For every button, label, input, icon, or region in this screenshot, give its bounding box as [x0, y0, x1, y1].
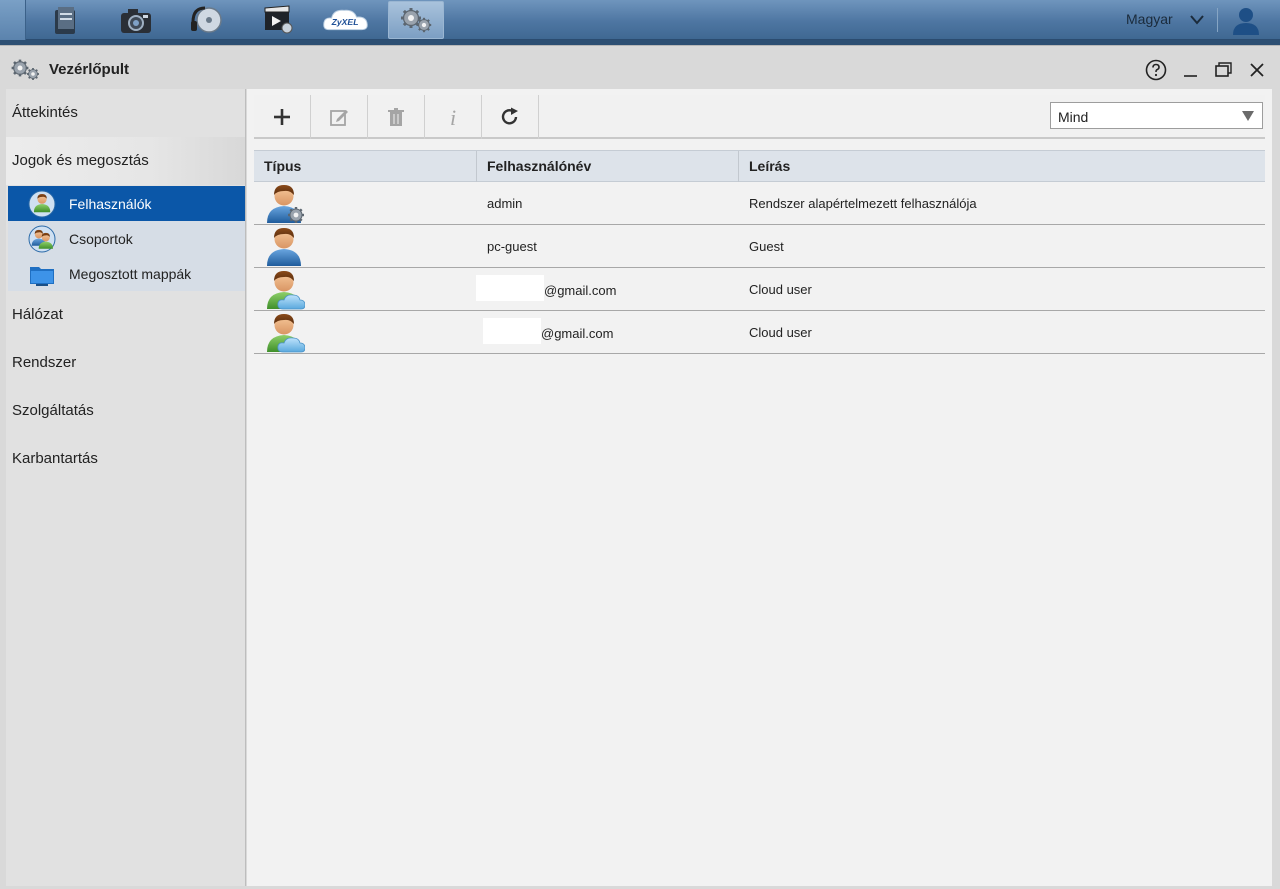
description-cell: Guest [749, 239, 784, 254]
filter-selected-value: Mind [1058, 109, 1089, 125]
table-row[interactable]: pc-guest Guest [254, 225, 1265, 268]
column-header-type[interactable]: Típus [254, 151, 477, 182]
control-panel-window: Vezérlőpult Áttekintés Jogok és megosztá… [0, 45, 1280, 889]
redacted-block [476, 275, 544, 301]
info-button[interactable]: i [425, 95, 482, 139]
sidebar-subitem-label: Megosztott mappák [69, 266, 192, 282]
column-header-description[interactable]: Leírás [739, 151, 1265, 182]
username-cell: admin [487, 196, 523, 211]
minimize-icon[interactable] [1179, 59, 1201, 81]
cloud-user-icon [267, 271, 305, 310]
info-icon: i [450, 106, 456, 128]
window-title-bar[interactable]: Vezérlőpult [0, 46, 1280, 90]
sidebar-item-overview[interactable]: Áttekintés [6, 89, 245, 137]
window-title: Vezérlőpult [49, 61, 130, 78]
sidebar-subitem-label: Csoportok [69, 231, 133, 247]
control-panel-logo-icon [10, 58, 40, 81]
plus-icon [274, 109, 290, 125]
table-row[interactable]: admin Rendszer alapértelmezett felhaszná… [254, 182, 1265, 225]
column-header-username[interactable]: Felhasználónév [477, 151, 739, 182]
user-icon [267, 228, 301, 266]
music-app-icon[interactable] [179, 1, 235, 39]
topbar-divider [1217, 8, 1218, 32]
admin-user-icon [267, 185, 305, 224]
users-icon [28, 190, 56, 218]
username-cell: @gmail.com [476, 275, 617, 301]
taskbar-edge [0, 0, 26, 40]
zyxel-cloud-app-icon[interactable]: ZyXEL [318, 1, 374, 39]
sidebar-subitem-shared-folders[interactable]: Megosztott mappák [8, 256, 245, 291]
description-cell: Rendszer alapértelmezett felhasználója [749, 196, 977, 211]
table-row[interactable]: @gmail.com Cloud user [254, 268, 1265, 311]
app-taskbar: ZyXEL Magyar [0, 0, 1280, 40]
sidebar-item-services[interactable]: Szolgáltatás [6, 387, 245, 435]
username-domain: @gmail.com [541, 325, 614, 341]
shared-folder-icon [30, 267, 54, 286]
username-domain: @gmail.com [544, 282, 617, 298]
refresh-icon [501, 107, 518, 125]
redacted-block [483, 318, 541, 344]
close-icon[interactable] [1246, 59, 1268, 81]
description-cell: Cloud user [749, 325, 812, 340]
sidebar-item-system[interactable]: Rendszer [6, 339, 245, 387]
maximize-icon[interactable] [1212, 59, 1234, 81]
edit-icon [330, 110, 348, 126]
edit-button[interactable] [311, 95, 368, 139]
zyxel-logo-text: ZyXEL [331, 17, 359, 27]
table-header: Típus Felhasználónév Leírás [254, 150, 1265, 182]
help-icon[interactable] [1145, 59, 1167, 81]
control-panel-app-icon[interactable] [388, 1, 444, 39]
username-cell: @gmail.com [483, 318, 614, 344]
file-browser-app-icon[interactable] [37, 1, 93, 39]
sidebar-item-permissions-sharing[interactable]: Jogok és megosztás [6, 137, 245, 185]
main-content: i Típus Felhasználónév Leírás admin Rend… [247, 89, 1272, 886]
users-table: Típus Felhasználónév Leírás admin Rendsz… [254, 150, 1265, 354]
username-cell: pc-guest [487, 239, 537, 254]
groups-icon [28, 225, 56, 253]
sidebar-item-network[interactable]: Hálózat [6, 291, 245, 339]
sidebar: Áttekintés Jogok és megosztás Felhasznál… [6, 89, 246, 886]
type-filter-select[interactable]: Mind [1050, 102, 1263, 129]
sidebar-subitem-label: Felhasználók [69, 196, 152, 212]
sidebar-subitem-groups[interactable]: Csoportok [8, 221, 245, 256]
description-cell: Cloud user [749, 282, 812, 297]
video-app-icon[interactable] [249, 1, 305, 39]
photo-app-icon[interactable] [108, 1, 164, 39]
trash-icon [388, 108, 404, 126]
language-selector[interactable]: Magyar [1126, 11, 1173, 27]
chevron-down-icon[interactable] [1188, 12, 1206, 28]
sidebar-item-maintenance[interactable]: Karbantartás [6, 435, 245, 483]
dropdown-arrow-icon [1242, 111, 1254, 121]
user-account-icon[interactable] [1230, 6, 1262, 36]
refresh-button[interactable] [482, 95, 539, 139]
add-button[interactable] [254, 95, 311, 139]
sidebar-subitem-users[interactable]: Felhasználók [8, 186, 245, 221]
delete-button[interactable] [368, 95, 425, 139]
table-row[interactable]: @gmail.com Cloud user [254, 311, 1265, 354]
svg-text:i: i [450, 106, 456, 128]
cloud-user-icon [267, 314, 305, 353]
